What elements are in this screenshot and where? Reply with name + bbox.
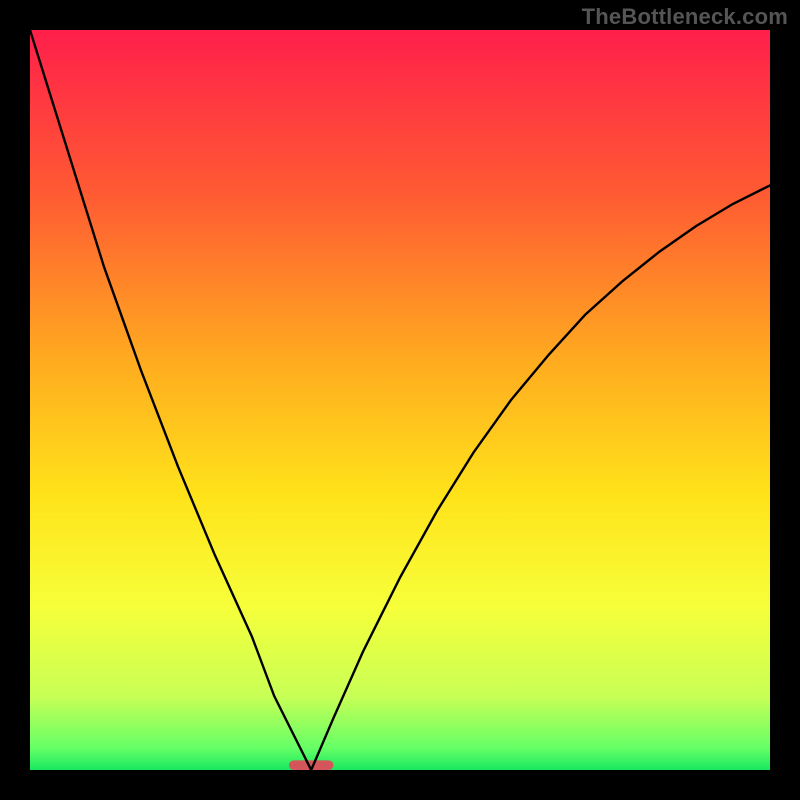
chart-frame: TheBottleneck.com (0, 0, 800, 800)
watermark-text: TheBottleneck.com (582, 4, 788, 30)
chart-plot (30, 30, 770, 770)
plot-background (30, 30, 770, 770)
